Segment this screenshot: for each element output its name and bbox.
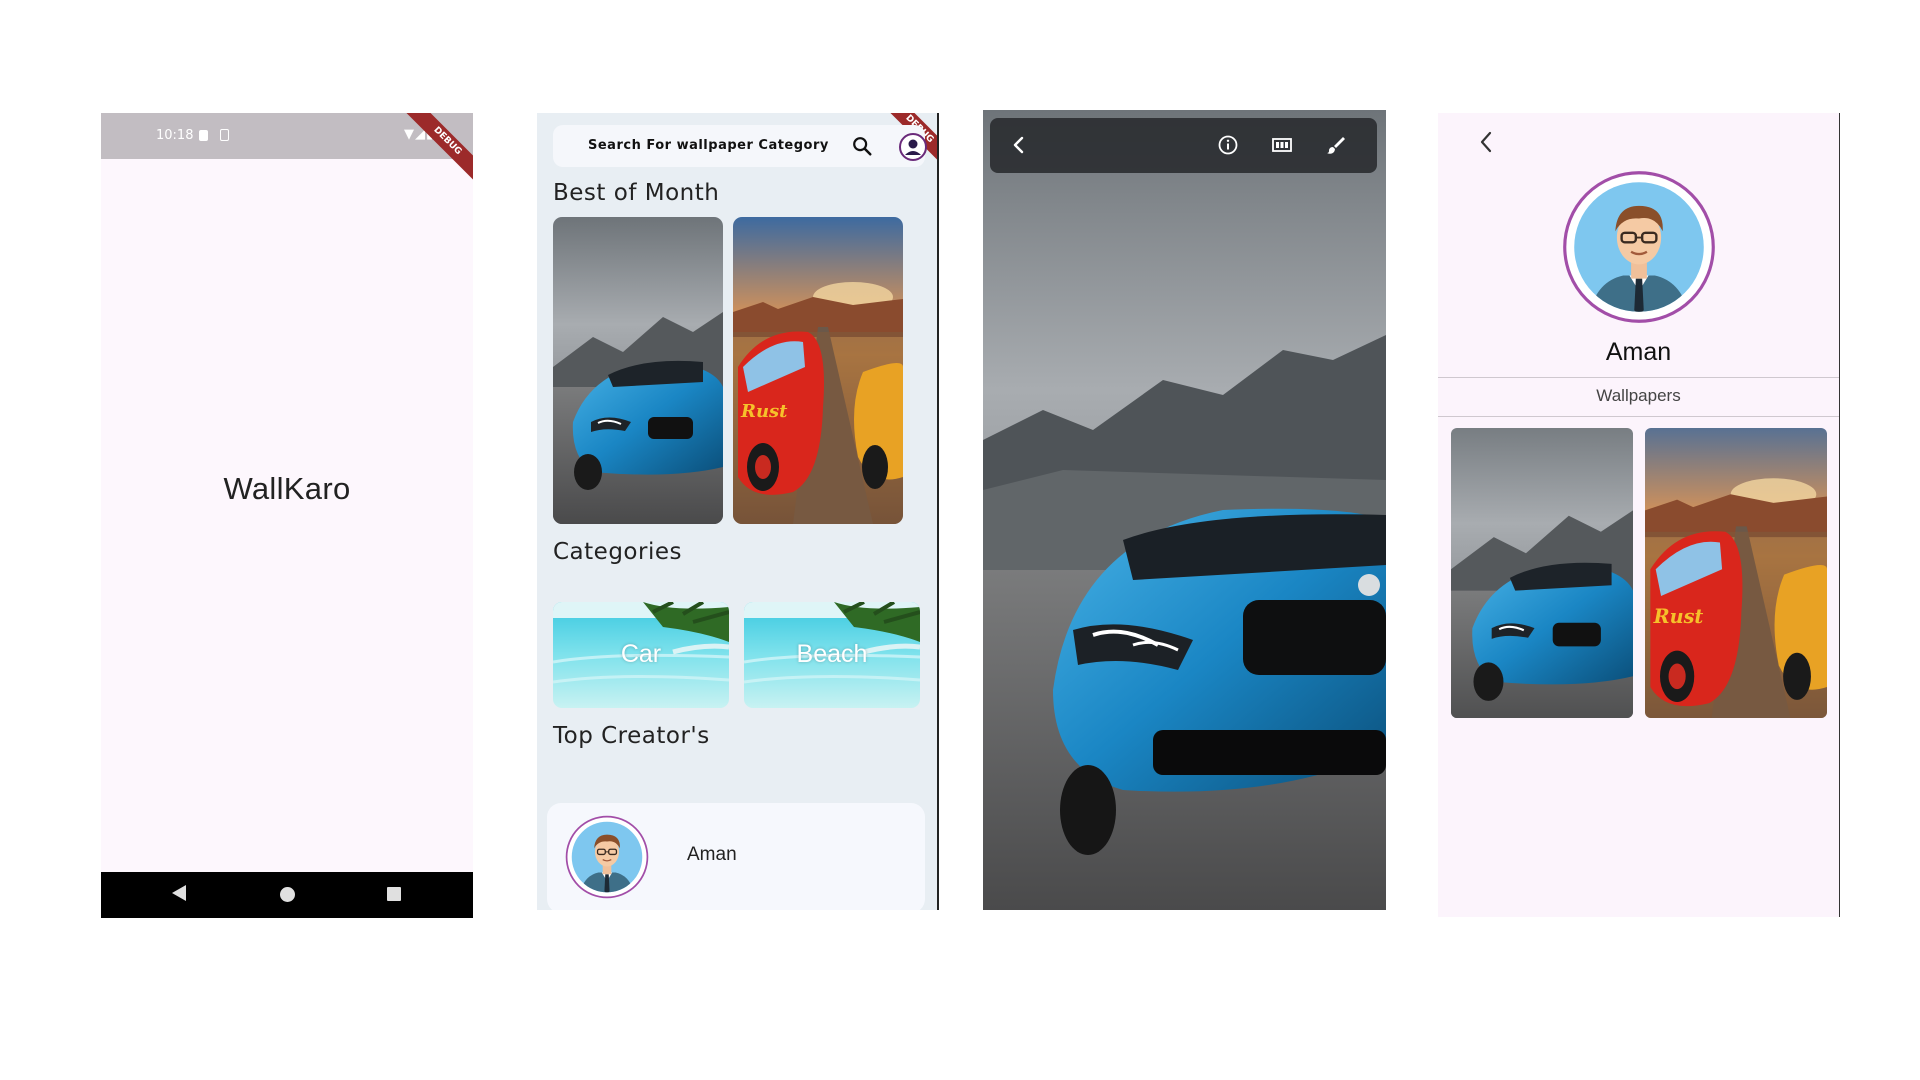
- info-icon[interactable]: [1216, 133, 1240, 157]
- wallpaper-image-cars: [733, 217, 903, 524]
- top-creators-title: Top Creator's: [553, 723, 710, 749]
- back-icon[interactable]: [1007, 133, 1031, 157]
- avatar: [1560, 168, 1718, 326]
- category-card-car[interactable]: Car: [553, 602, 729, 708]
- category-label: Beach: [796, 640, 868, 668]
- wallpapers-section-label: Wallpapers: [1596, 386, 1681, 405]
- sim-icon: [199, 130, 208, 141]
- wallpaper-card[interactable]: [1451, 428, 1633, 718]
- creator-name: Aman: [1605, 338, 1672, 366]
- divider: [1438, 416, 1839, 417]
- grid-icon[interactable]: [1270, 133, 1294, 157]
- nav-home-icon[interactable]: [280, 887, 295, 902]
- creator-profile-screen: Aman Wallpapers: [1438, 113, 1840, 917]
- wallpaper-fullscreen-image: [983, 110, 1386, 910]
- brush-icon[interactable]: [1324, 133, 1348, 157]
- avatar: [564, 814, 650, 900]
- creator-card[interactable]: Aman: [547, 803, 925, 910]
- creator-name: Aman: [687, 844, 737, 865]
- sd-card-icon: [220, 129, 229, 141]
- category-label: Car: [620, 640, 662, 668]
- splash-screen: 10:18 ▼◢▮ DEBUG WallKaro: [101, 113, 473, 918]
- home-screen: DEBUG Search For wallpaper Category Best…: [537, 113, 939, 910]
- best-of-month-title: Best of Month: [553, 180, 720, 206]
- wallpaper-viewer-screen: [983, 110, 1386, 910]
- divider: [1438, 377, 1839, 378]
- system-nav-bar: [101, 872, 473, 918]
- wallpaper-card[interactable]: [553, 217, 723, 524]
- wallpaper-image-bmw: [1451, 428, 1633, 718]
- categories-title: Categories: [553, 539, 682, 565]
- wallpaper-image-cars: [1645, 428, 1827, 718]
- nav-recents-icon[interactable]: [387, 887, 401, 901]
- profile-icon[interactable]: [898, 132, 928, 162]
- category-card-beach[interactable]: Beach: [744, 602, 920, 708]
- nav-back-icon[interactable]: [172, 885, 186, 901]
- wallpaper-card[interactable]: [1645, 428, 1827, 718]
- wallpaper-image-bmw: [553, 217, 723, 524]
- status-time: 10:18: [156, 128, 194, 143]
- app-name: WallKaro: [223, 471, 351, 506]
- viewer-toolbar: [990, 118, 1377, 173]
- back-icon[interactable]: [1476, 129, 1498, 155]
- search-icon[interactable]: [851, 135, 873, 157]
- search-input[interactable]: Search For wallpaper Category: [588, 138, 829, 153]
- search-bar[interactable]: Search For wallpaper Category: [553, 125, 928, 167]
- wallpaper-card[interactable]: [733, 217, 903, 524]
